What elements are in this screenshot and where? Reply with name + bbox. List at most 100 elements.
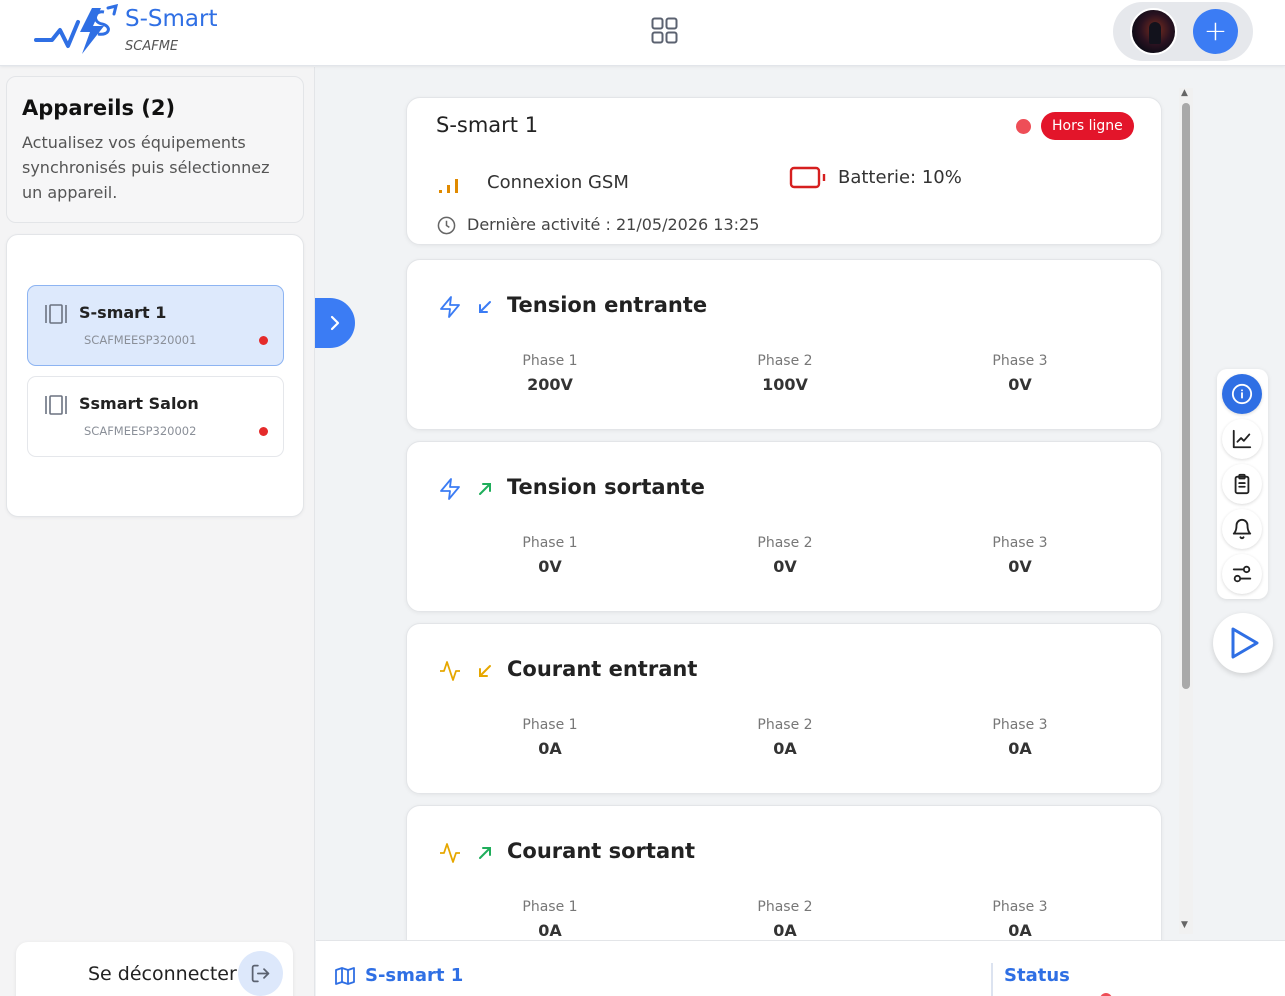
phase-value: 0A	[538, 739, 562, 758]
phase-label: Phase 3	[992, 353, 1048, 369]
phase-label: Phase 1	[522, 717, 578, 733]
add-icon[interactable]: +	[1193, 9, 1238, 54]
connection-type: Connexion GSM	[487, 172, 629, 193]
line-chart-icon	[1232, 429, 1252, 449]
battery-level: Batterie: 10%	[838, 167, 962, 188]
device-name: S-smart 1	[79, 303, 167, 322]
arrow-up-right-icon	[479, 483, 491, 495]
phase-label: Phase 2	[757, 717, 813, 733]
phase-1: Phase 1 0V	[480, 535, 620, 576]
phase-3: Phase 3 0V	[950, 535, 1090, 576]
device-item-ssmart-salon[interactable]: Ssmart Salon SCAFMEESP320002	[27, 376, 284, 457]
notifications-button[interactable]	[1222, 509, 1262, 549]
zap-icon	[440, 296, 460, 318]
scrollbar-thumb[interactable]	[1182, 103, 1190, 689]
phase-3: Phase 3 0A	[950, 899, 1090, 940]
bottom-bar: S-smart 1 Status	[316, 940, 1285, 996]
phase-value: 0A	[773, 921, 797, 940]
chart-button[interactable]	[1222, 419, 1262, 459]
metric-card-tension-entrante: Tension entrante Phase 1 200V Phase 2 100V…	[406, 259, 1162, 430]
brand-subtitle: SCAFME	[125, 39, 179, 54]
scroll-up-arrow-icon[interactable]: ▲	[1181, 88, 1188, 98]
activity-icon	[440, 843, 460, 863]
clock-icon	[437, 216, 456, 235]
device-name: Ssmart Salon	[79, 394, 199, 413]
devices-title: Appareils (2)	[22, 96, 176, 120]
metric-title: Courant entrant	[507, 657, 698, 681]
device-item-s-smart-1[interactable]: S-smart 1 SCAFMEESP320001	[27, 285, 284, 366]
phase-1: Phase 1 200V	[480, 353, 620, 394]
phase-label: Phase 1	[522, 535, 578, 551]
devices-description: Actualisez vos équipements synchronisés …	[22, 133, 270, 202]
metric-card-courant-sortant: Courant sortant Phase 1 0A Phase 2 0A Phas…	[406, 805, 1162, 940]
phase-value: 200V	[527, 375, 573, 394]
zap-icon	[440, 478, 460, 500]
apps-grid-icon[interactable]	[651, 17, 678, 44]
phase-value: 0A	[538, 921, 562, 940]
device-icon	[45, 304, 67, 324]
phase-2: Phase 2 0A	[715, 717, 855, 758]
settings-button[interactable]	[1222, 554, 1262, 594]
user-menu: +	[1113, 2, 1253, 61]
phase-label: Phase 2	[757, 535, 813, 551]
metric-card-courant-entrant: Courant entrant Phase 1 0A Phase 2 0A Phas…	[406, 623, 1162, 794]
phase-label: Phase 2	[757, 899, 813, 915]
phase-value: 0V	[1008, 557, 1032, 576]
phase-2: Phase 2 0A	[715, 899, 855, 940]
device-id: SCAFMEESP320002	[84, 424, 197, 438]
bell-icon	[1232, 519, 1252, 540]
scroll-down-arrow-icon[interactable]: ▼	[1181, 920, 1188, 930]
phase-value: 100V	[762, 375, 808, 394]
top-header: S-Smart SCAFME +	[0, 0, 1285, 66]
device-id: SCAFMEESP320001	[84, 333, 197, 347]
info-icon	[1231, 383, 1253, 405]
phase-2: Phase 2 100V	[715, 353, 855, 394]
logout-icon	[251, 964, 270, 983]
avatar[interactable]	[1130, 8, 1177, 55]
sidebar: Appareils (2) Actualisez vos équipements…	[0, 67, 315, 996]
bottom-device-name: S-smart 1	[365, 965, 464, 986]
clipboard-icon	[1234, 473, 1250, 495]
logout-label[interactable]: Se déconnecter	[88, 963, 237, 985]
chevron-right-icon	[330, 315, 340, 331]
phase-3: Phase 3 0V	[950, 353, 1090, 394]
logout-button[interactable]	[238, 951, 283, 996]
device-list: S-smart 1 SCAFMEESP320001 Ssmart Salon S…	[6, 234, 304, 517]
info-button[interactable]	[1222, 374, 1262, 414]
metric-title: Tension sortante	[507, 475, 705, 499]
phase-label: Phase 1	[522, 353, 578, 369]
offline-indicator-dot	[1016, 119, 1031, 134]
phase-label: Phase 1	[522, 899, 578, 915]
arrow-down-left-icon	[479, 665, 491, 677]
phase-value: 0A	[773, 739, 797, 758]
offline-status-dot	[259, 427, 268, 436]
phase-label: Phase 3	[992, 535, 1048, 551]
metric-card-tension-sortante: Tension sortante Phase 1 0V Phase 2 0V Pha…	[406, 441, 1162, 612]
phase-label: Phase 2	[757, 353, 813, 369]
device-title: S-smart 1	[436, 113, 539, 137]
play-button[interactable]	[1213, 613, 1273, 673]
arrow-up-right-icon	[479, 847, 491, 859]
phase-1: Phase 1 0A	[480, 899, 620, 940]
brand-logo[interactable]	[34, 4, 120, 58]
play-icon	[1231, 627, 1259, 659]
phase-2: Phase 2 0V	[715, 535, 855, 576]
status-label: Status	[1004, 965, 1070, 986]
main-scrollbar[interactable]: ▲ ▼	[1179, 88, 1193, 934]
phase-label: Phase 3	[992, 717, 1048, 733]
phase-value: 0V	[1008, 375, 1032, 394]
phase-1: Phase 1 0A	[480, 717, 620, 758]
arrow-down-left-icon	[479, 301, 491, 313]
battery-low-icon	[789, 166, 826, 189]
status-badge: Hors ligne	[1041, 112, 1134, 140]
metric-title: Tension entrante	[507, 293, 708, 317]
divider	[991, 963, 993, 996]
phase-label: Phase 3	[992, 899, 1048, 915]
devices-intro-card: Appareils (2) Actualisez vos équipements…	[6, 76, 304, 223]
phase-value: 0V	[538, 557, 562, 576]
report-button[interactable]	[1222, 464, 1262, 504]
metric-title: Courant sortant	[507, 839, 696, 863]
main-content: S-smart 1 Hors ligne Connexion GSM Batte…	[316, 67, 1285, 940]
last-activity: Dernière activité : 21/05/2026 13:25	[467, 215, 760, 234]
map-icon	[335, 967, 355, 985]
